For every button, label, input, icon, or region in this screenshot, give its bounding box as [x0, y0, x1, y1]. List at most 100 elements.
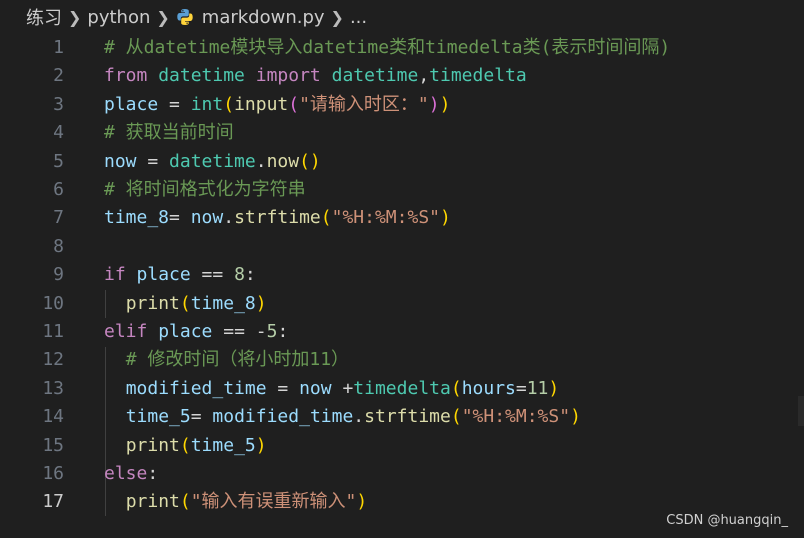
- breadcrumb-file[interactable]: markdown.py: [202, 7, 325, 28]
- code-token: ): [255, 434, 267, 456]
- code-token: -: [255, 321, 267, 342]
- code-text: print(time_5): [104, 432, 267, 460]
- code-token: :: [277, 321, 289, 342]
- code-line[interactable]: 4 # 获取当前时间: [0, 119, 804, 147]
- code-token: ): [548, 377, 560, 399]
- code-token: 8: [234, 264, 245, 286]
- chevron-right-icon: ❯: [156, 7, 170, 27]
- code-line[interactable]: 6 # 将时间格式化为字符串: [0, 176, 804, 204]
- breadcrumb-folder[interactable]: 练习: [26, 4, 62, 30]
- code-line[interactable]: 1 # 从datetime模块导入datetime类和timedelta类(表示时…: [0, 34, 804, 62]
- code-token: (: [450, 377, 462, 399]
- line-number: 16: [42, 463, 64, 484]
- code-line[interactable]: 15 print(time_5): [0, 432, 804, 460]
- code-token: import: [255, 65, 321, 87]
- code-token: # 从datetime模块导入datetime类和timedelta类(表示时间…: [104, 37, 671, 58]
- code-line[interactable]: 8: [0, 233, 804, 261]
- code-text: elif place == -5:: [104, 318, 288, 346]
- code-token: :: [147, 463, 159, 484]
- code-token: (: [179, 491, 191, 513]
- breadcrumb: 练习 ❯ python ❯ markdown.py ❯ ...: [0, 0, 804, 34]
- breadcrumb-subfolder[interactable]: python: [87, 7, 150, 28]
- line-number: 9: [53, 264, 64, 286]
- code-token: print: [125, 434, 180, 456]
- code-line[interactable]: 2 from datetime import datetime,timedelta: [0, 62, 804, 90]
- code-token: place: [136, 264, 191, 286]
- code-token: place: [158, 321, 213, 342]
- code-token: :: [244, 264, 256, 286]
- code-token: now: [266, 150, 300, 172]
- code-token: "输入有误重新输入": [190, 491, 357, 513]
- line-number: 14: [42, 406, 64, 428]
- code-text: else:: [104, 460, 158, 488]
- code-token: strftime: [234, 207, 321, 229]
- code-token: (: [223, 93, 235, 115]
- code-token: =: [158, 93, 191, 115]
- code-token: # 将时间格式化为字符串: [104, 179, 306, 200]
- code-text: # 将时间格式化为字符串: [104, 176, 306, 204]
- code-token: (: [320, 207, 332, 229]
- line-number: 12: [42, 349, 64, 371]
- code-line[interactable]: 5 now = datetime.now(): [0, 148, 804, 176]
- code-token: elif: [104, 321, 148, 342]
- code-token: =: [169, 207, 191, 229]
- code-token: ): [440, 207, 451, 229]
- code-token: time_8: [190, 292, 256, 314]
- breadcrumb-more[interactable]: ...: [350, 7, 367, 28]
- code-token: ): [428, 93, 440, 115]
- line-number: 4: [53, 122, 64, 144]
- code-token: "%H:%M:%S": [331, 207, 440, 229]
- code-token: ==: [212, 321, 256, 342]
- code-editor[interactable]: 1 # 从datetime模块导入datetime类和timedelta类(表示时…: [0, 34, 804, 538]
- watermark: CSDN @huangqin_: [666, 513, 788, 528]
- code-token: ): [255, 292, 267, 314]
- code-token: ): [439, 93, 451, 115]
- code-token: (): [299, 150, 321, 172]
- code-token: print: [125, 292, 180, 314]
- code-line[interactable]: 3 place = int(input("请输入时区：")): [0, 91, 804, 119]
- code-token: timedelta: [353, 377, 451, 399]
- code-token: # 获取当前时间: [104, 122, 234, 144]
- code-token: 11: [526, 377, 549, 399]
- code-token: =: [266, 377, 300, 399]
- line-number: 6: [53, 179, 64, 200]
- code-token: datetime: [331, 65, 419, 87]
- code-text: modified_time = now +timedelta(hours=11): [104, 375, 560, 403]
- code-token: .: [223, 207, 235, 229]
- scrollbar-marker[interactable]: [798, 396, 804, 426]
- code-text: # 从datetime模块导入datetime类和timedelta类(表示时间…: [104, 34, 670, 62]
- code-line[interactable]: 7 time_8= now.strftime("%H:%M:%S"): [0, 204, 804, 232]
- code-line[interactable]: 11 elif place == -5:: [0, 318, 804, 346]
- code-token: "请输入时区：": [299, 93, 429, 115]
- code-line[interactable]: 13 modified_time = now +timedelta(hours=…: [0, 375, 804, 403]
- code-token: now: [190, 207, 224, 229]
- code-token: (: [450, 406, 462, 428]
- code-token: now: [299, 377, 332, 399]
- code-token: int: [190, 93, 224, 115]
- code-line[interactable]: 12 # 修改时间（将小时加11）: [0, 346, 804, 374]
- code-line[interactable]: 9 if place == 8:: [0, 261, 804, 289]
- code-token: .: [353, 406, 365, 428]
- code-token: (: [288, 93, 300, 115]
- line-number: 3: [53, 93, 64, 115]
- code-token: time_5: [190, 434, 256, 456]
- code-text: print(time_8): [104, 290, 267, 318]
- code-token: ==: [190, 264, 235, 286]
- line-number: 15: [42, 434, 64, 456]
- code-text: if place == 8:: [104, 261, 256, 289]
- code-token: time_5: [125, 406, 191, 428]
- code-line[interactable]: 10 print(time_8): [0, 290, 804, 318]
- code-token: 5: [266, 321, 278, 342]
- code-token: (: [179, 434, 191, 456]
- line-number: 2: [53, 65, 64, 87]
- python-file-icon: [176, 8, 194, 26]
- line-number: 13: [42, 377, 64, 399]
- code-line[interactable]: 14 time_5= modified_time.strftime("%H:%M…: [0, 403, 804, 431]
- code-token: time_8: [104, 207, 170, 229]
- code-line[interactable]: 16 else:: [0, 460, 804, 488]
